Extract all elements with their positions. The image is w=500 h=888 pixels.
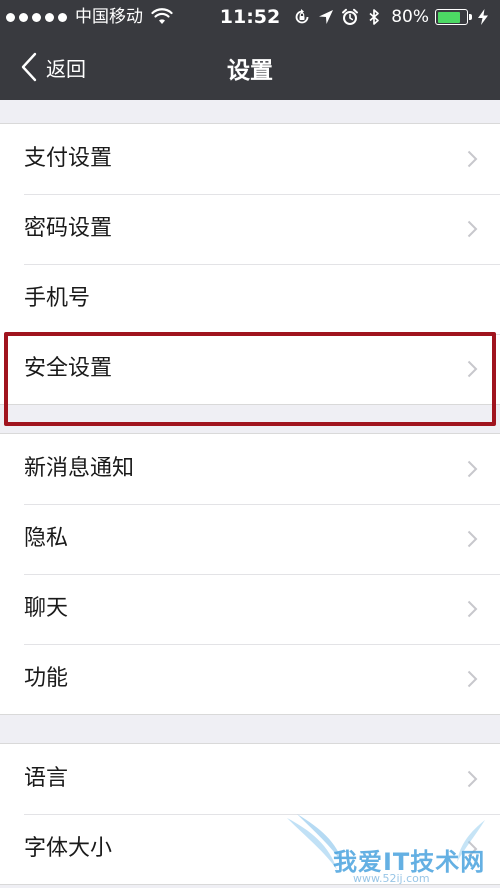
chevron-right-icon [467,840,478,858]
header: 中国移动 11:52 80% 返回 设置 [0,0,500,100]
settings-item-label: 支付设置 [24,146,113,171]
chevron-right-icon [467,220,478,238]
battery-level [437,11,460,23]
settings-item-payment[interactable]: 支付设置 [0,124,500,194]
settings-item-language[interactable]: 语言 [0,744,500,814]
chevron-right-icon [467,460,478,478]
settings-item-font-size[interactable]: 字体大小 [0,814,500,884]
settings-item-label: 字体大小 [24,836,113,861]
settings-item-privacy[interactable]: 隐私 [0,504,500,574]
chevron-right-icon [467,150,478,168]
settings-item-label: 语言 [24,766,69,791]
battery-percent: 80% [391,7,429,27]
settings-item-label: 密码设置 [24,216,113,241]
bluetooth-icon [369,9,380,25]
alarm-icon [342,8,359,25]
settings-item-password[interactable]: 密码设置 [0,194,500,264]
settings-item-label: 手机号 [24,286,91,311]
status-bar: 中国移动 11:52 80% [0,0,500,34]
settings-item-label: 隐私 [24,526,69,551]
settings-group-account: 支付设置 密码设置 手机号 安全设置 [0,123,500,405]
settings-item-phone-number[interactable]: 手机号 [0,264,500,334]
status-time: 11:52 [219,6,281,28]
settings-item-label: 安全设置 [24,356,113,381]
chevron-right-icon [467,530,478,548]
page-title: 设置 [227,58,273,84]
status-bar-right: 80% [293,6,492,28]
settings-item-features[interactable]: 功能 [0,644,500,714]
chevron-right-icon [467,600,478,618]
chevron-right-icon [467,360,478,378]
battery-icon [435,9,472,25]
settings-item-notifications[interactable]: 新消息通知 [0,434,500,504]
location-arrow-icon [319,10,334,24]
battery-cap [469,14,472,20]
settings-item-label: 功能 [24,666,69,691]
charging-icon [478,9,488,25]
settings-group-general: 新消息通知 隐私 聊天 功能 [0,433,500,715]
settings-group-display: 语言 字体大小 [0,743,500,885]
chevron-right-icon [467,770,478,788]
settings-item-label: 聊天 [24,596,69,621]
chevron-right-icon [467,670,478,688]
settings-item-label: 新消息通知 [24,456,135,481]
settings-item-security[interactable]: 安全设置 [0,334,500,404]
navigation-bar: 返回 设置 [0,34,500,100]
settings-item-chat[interactable]: 聊天 [0,574,500,644]
orientation-lock-icon [295,9,309,24]
